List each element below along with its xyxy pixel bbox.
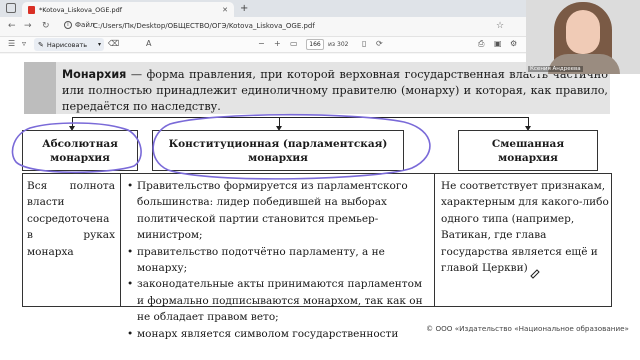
fit-page-icon[interactable]: ▭ <box>290 39 298 48</box>
header-mixed: Смешанная монархия <box>458 130 598 171</box>
contents-icon[interactable]: ☰ <box>8 39 15 48</box>
header-mixed-text: Смешанная монархия <box>491 137 565 164</box>
draw-button[interactable]: ✎ Нарисовать ▾ <box>34 38 104 51</box>
list-item: • правительство подотчётно парламенту, а … <box>127 245 385 275</box>
definition-box: Монархия — форма правления, при которой … <box>24 62 610 114</box>
page-count: из 302 <box>328 41 349 48</box>
table-divider <box>120 173 121 307</box>
draw-dropdown-icon[interactable]: ▿ <box>22 39 26 48</box>
tab-title: *Kotova_Liskova_OGE.pdf <box>39 5 123 14</box>
list-item: • законодательные акты принимаются парлам… <box>127 278 423 324</box>
definition-text: Монархия — форма правления, при которой … <box>62 67 608 115</box>
draw-label: Нарисовать <box>46 40 88 49</box>
tab-close-icon[interactable]: ✕ <box>222 6 228 14</box>
mixed-body: Не соответствует признакам, характерным … <box>441 180 609 275</box>
forward-icon[interactable]: → <box>24 21 32 31</box>
pdf-page: Монархия — форма правления, при которой … <box>0 54 640 360</box>
site-info-label: Файл <box>75 21 95 29</box>
connector-line <box>72 117 528 118</box>
screen: *Kotova_Liskova_OGE.pdf ✕ + ← → ↻ i Файл… <box>0 0 640 360</box>
site-info-button[interactable]: i Файл <box>64 21 94 29</box>
zoom-in-button[interactable]: + <box>274 39 281 48</box>
presenter-face <box>566 10 600 54</box>
eraser-icon[interactable]: ⌫ <box>108 39 119 48</box>
list-item: • монарх является символом государственно… <box>127 327 399 340</box>
info-icon: i <box>64 21 72 29</box>
new-tab-button[interactable]: + <box>240 3 248 14</box>
page-number-input[interactable]: 166 <box>306 39 324 50</box>
favorite-icon[interactable]: ☆ <box>496 21 504 31</box>
definition-body: — форма правления, при которой верховная… <box>62 68 608 113</box>
page-view-icon[interactable]: ▯ <box>362 39 366 48</box>
header-absolute-text: Абсолютная монархия <box>42 137 118 164</box>
header-absolute: Абсолютная монархия <box>22 130 138 171</box>
rotate-icon[interactable]: ⟳ <box>376 39 383 48</box>
pen-icon: ✎ <box>38 40 44 49</box>
chevron-down-icon: ▾ <box>97 41 101 48</box>
url-field[interactable]: C:/Users/Пк/Desktop/ОБЩЕСТВО/ОГЭ/Kotova_… <box>93 22 315 30</box>
absolute-body: Вся полнота власти сосредоточена в руках… <box>27 180 115 258</box>
header-constitutional: Конституционная (парламентская) монархия <box>152 130 404 171</box>
pdf-file-icon <box>28 5 35 14</box>
presenter-name: Ксения Андреева <box>528 66 583 72</box>
tab-pdf[interactable]: *Kotova_Liskova_OGE.pdf ✕ <box>22 2 234 17</box>
constitutional-body: • Правительство формируется из парламентс… <box>127 174 429 340</box>
tab-actions-icon[interactable] <box>6 3 16 13</box>
copyright-text: © ООО «Издательство «Национальное образо… <box>426 324 629 333</box>
types-table: Вся полнота власти сосредоточена в руках… <box>22 173 612 340</box>
reload-icon[interactable]: ↻ <box>42 21 50 31</box>
save-icon[interactable]: ▣ <box>494 39 502 48</box>
definition-term: Монархия <box>62 68 127 81</box>
settings-icon[interactable]: ⚙ <box>510 39 517 48</box>
print-icon[interactable]: ⎙ <box>478 39 484 49</box>
read-aloud-icon[interactable]: A <box>146 39 151 48</box>
back-icon[interactable]: ← <box>8 21 16 31</box>
table-divider <box>434 173 435 307</box>
zoom-out-button[interactable]: − <box>258 39 265 48</box>
webcam-overlay: Ксения Андреева <box>526 0 640 74</box>
header-constitutional-text: Конституционная (парламентская) монархия <box>168 137 388 164</box>
list-item: • Правительство формируется из парламентс… <box>127 180 408 242</box>
definition-bar <box>24 62 56 114</box>
